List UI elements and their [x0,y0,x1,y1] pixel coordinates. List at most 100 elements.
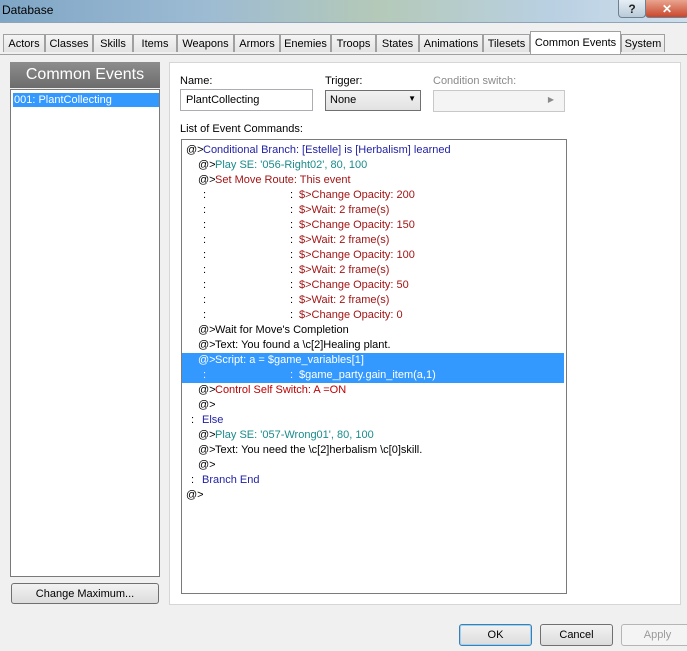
event-command-line[interactable]: @> [182,458,564,473]
help-button[interactable]: ? [618,0,646,18]
command-text: $>Change Opacity: 150 [299,219,415,231]
event-command-line[interactable]: :: $>Wait: 2 frame(s) [182,293,564,308]
command-marker: : [203,309,207,321]
event-commands-label: List of Event Commands: [180,123,303,135]
command-marker: @> [198,354,216,366]
event-command-line[interactable]: :: $>Wait: 2 frame(s) [182,263,564,278]
event-command-line[interactable]: @> Set Move Route: This event [182,173,564,188]
command-marker: : [203,369,207,381]
command-text: $>Wait: 2 frame(s) [299,264,390,276]
command-text: Wait for Move's Completion [215,324,349,336]
event-command-line[interactable]: @> Conditional Branch: [Estelle] is [Herb… [182,143,564,158]
cancel-button[interactable]: Cancel [540,624,613,646]
ok-button[interactable]: OK [459,624,532,646]
tab-common-events[interactable]: Common Events [530,31,621,54]
chevron-down-icon: ▼ [408,94,416,103]
event-command-line[interactable]: :: $>Change Opacity: 50 [182,278,564,293]
event-command-line[interactable]: :: $>Change Opacity: 200 [182,188,564,203]
event-command-line[interactable]: @> Wait for Move's Completion [182,323,564,338]
command-text: $>Change Opacity: 50 [299,279,409,291]
event-command-line[interactable]: :: $game_party.gain_item(a,1) [182,368,564,383]
command-marker: : [203,279,207,291]
tab-states[interactable]: States [376,34,419,52]
apply-button: Apply [621,624,687,646]
condition-switch-label: Condition switch: [433,75,517,87]
command-marker: : [203,264,207,276]
event-command-line[interactable]: @> Play SE: '057-Wrong01', 80, 100 [182,428,564,443]
close-button[interactable]: ✕ [645,0,687,18]
command-text: Branch End [202,474,260,486]
change-maximum-button[interactable]: Change Maximum... [11,583,159,604]
event-command-line[interactable]: @> [182,398,564,413]
event-command-line[interactable]: @> Script: a = $game_variables[1] [182,353,564,368]
event-command-line[interactable]: @> [182,488,564,503]
command-text: : [290,219,294,231]
tab-items[interactable]: Items [133,34,177,52]
command-text: Text: You need the \c[2]herbalism \c[0]s… [215,444,423,456]
command-text: : [290,369,294,381]
command-marker: : [203,249,207,261]
event-command-line[interactable]: :: $>Wait: 2 frame(s) [182,233,564,248]
common-events-header: Common Events [10,62,160,88]
tab-animations[interactable]: Animations [419,34,483,52]
command-text: @> [186,489,204,501]
command-text: $>Wait: 2 frame(s) [299,294,390,306]
command-marker: : [203,204,207,216]
command-marker: : [203,219,207,231]
command-marker: @> [198,174,216,186]
tab-bar: Actors Classes Skills Items Weapons Armo… [0,31,687,54]
tab-system[interactable]: System [621,34,665,52]
command-text: Control Self Switch: A =ON [215,384,347,396]
command-text: @> [198,399,216,411]
event-command-line[interactable]: : Else [182,413,564,428]
event-command-line[interactable]: @> Control Self Switch: A =ON [182,383,564,398]
command-text: Text: You found a \c[2]Healing plant. [215,339,391,351]
tab-classes[interactable]: Classes [45,34,93,52]
event-command-line[interactable]: @> Text: You found a \c[2]Healing plant. [182,338,564,353]
command-text: $>Change Opacity: 100 [299,249,415,261]
event-command-line[interactable]: :: $>Change Opacity: 100 [182,248,564,263]
common-events-list[interactable]: 001: PlantCollecting [10,89,160,577]
help-icon: ? [628,1,636,16]
command-marker: @> [198,384,216,396]
command-text: : [290,294,294,306]
command-text: Play SE: '056-Right02', 80, 100 [215,159,368,171]
event-commands-list[interactable]: @> Conditional Branch: [Estelle] is [Herb… [181,139,567,594]
command-text: $>Wait: 2 frame(s) [299,234,390,246]
command-text: : [290,234,294,246]
command-marker: @> [198,444,216,456]
list-item-selected[interactable]: 001: PlantCollecting [13,93,159,107]
condition-switch-selector: ▶ [433,90,565,112]
close-icon: ✕ [661,1,673,16]
event-command-line[interactable]: :: $>Change Opacity: 150 [182,218,564,233]
command-marker: @> [198,429,216,441]
trigger-dropdown[interactable]: None ▼ [325,90,421,111]
event-command-line[interactable]: :: $>Change Opacity: 0 [182,308,564,323]
chevron-right-icon: ▶ [547,95,554,104]
command-text: Conditional Branch: [Estelle] is [Herbal… [203,144,451,156]
command-text: : [290,249,294,261]
tab-armors[interactable]: Armors [234,34,280,52]
tab-tilesets[interactable]: Tilesets [483,34,530,52]
tab-actors[interactable]: Actors [3,34,45,52]
command-text: @> [198,459,216,471]
tab-troops[interactable]: Troops [331,34,376,52]
command-text: $>Wait: 2 frame(s) [299,204,390,216]
command-text: Play SE: '057-Wrong01', 80, 100 [215,429,374,441]
title-bar: Database ? ✕ [0,0,687,23]
tab-enemies[interactable]: Enemies [280,34,331,52]
tab-skills[interactable]: Skills [93,34,133,52]
name-field[interactable] [180,89,313,111]
command-marker: : [191,474,195,486]
command-marker: : [203,234,207,246]
command-marker: @> [198,324,216,336]
trigger-value: None [330,94,357,106]
event-command-line[interactable]: @> Text: You need the \c[2]herbalism \c[0… [182,443,564,458]
event-command-line[interactable]: :: $>Wait: 2 frame(s) [182,203,564,218]
event-command-line[interactable]: @> Play SE: '056-Right02', 80, 100 [182,158,564,173]
name-label: Name: [180,75,213,87]
event-command-line[interactable]: : Branch End [182,473,564,488]
tab-weapons[interactable]: Weapons [177,34,234,52]
window-title: Database [2,3,54,17]
command-marker: : [191,414,195,426]
